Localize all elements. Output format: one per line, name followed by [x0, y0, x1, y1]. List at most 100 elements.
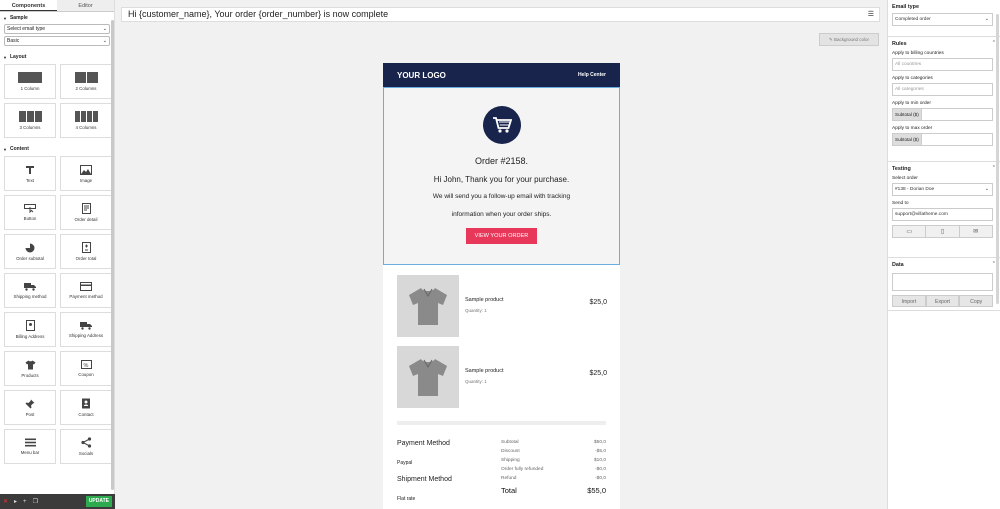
component-coupon[interactable]: % Coupon	[60, 351, 112, 386]
import-button[interactable]: Import	[892, 295, 926, 307]
data-heading[interactable]: Data ⌃	[888, 258, 1000, 271]
send-email-button[interactable]: ✉	[959, 226, 992, 237]
update-button[interactable]: UPDATE	[85, 496, 112, 507]
layout-4-columns[interactable]: 4 Columns	[60, 103, 112, 138]
image-icon	[80, 164, 92, 175]
copy-button[interactable]: Copy	[959, 295, 994, 307]
data-textarea[interactable]	[892, 273, 993, 291]
component-button[interactable]: Button	[4, 195, 56, 230]
shipping-truck-icon	[80, 322, 92, 330]
component-billing-address[interactable]: Billing Address	[4, 312, 56, 347]
tile-label: 4 Columns	[75, 125, 97, 130]
component-products[interactable]: Products	[4, 351, 56, 386]
tile-label: Order subtotal	[16, 255, 44, 261]
tile-label: Shipping method	[13, 294, 47, 299]
component-shipping-address[interactable]: Shipping Address	[60, 312, 112, 347]
greeting-text: Hi John, Thank you for your purchase.	[433, 175, 570, 184]
tile-label: Payment method	[69, 294, 103, 299]
select-order-label: Select order	[892, 176, 918, 181]
expand-icon[interactable]: ▸	[14, 498, 17, 505]
background-color-label: Background color	[834, 37, 870, 42]
four-columns-icon	[74, 111, 98, 122]
layout-1-column[interactable]: 1 Column	[4, 64, 56, 99]
billing-countries-field[interactable]: All countries	[892, 58, 993, 71]
totals-row: Shipping $10,0	[501, 458, 606, 463]
email-type-select[interactable]: Completed order ⌄	[892, 13, 993, 26]
billing-countries-label: Apply to billing countries	[892, 51, 944, 56]
component-contact[interactable]: Contact	[60, 390, 112, 425]
rules-heading-text: Rules	[892, 41, 907, 47]
tab-components[interactable]: Components	[0, 0, 57, 11]
layout-section-toggle[interactable]: ▼ Layout	[0, 51, 114, 62]
layout-3-columns[interactable]: 3 Columns	[4, 103, 56, 138]
max-order-field[interactable]: Subtotal ($)	[892, 133, 993, 146]
testing-heading[interactable]: Testing ⌃	[888, 162, 1000, 175]
test-order-select[interactable]: #138 - Dorian Doe ⌄	[892, 183, 993, 196]
settings-panel: Email type Completed order ⌄ Rules ⌃ Appl…	[887, 0, 1000, 509]
product-item[interactable]: Sample product Quantity: 1 $25,0	[397, 275, 607, 337]
email-subject-input[interactable]: Hi {customer_name}, Your order {order_nu…	[121, 7, 880, 22]
contact-book-icon	[82, 398, 90, 409]
close-icon[interactable]: ✕	[3, 498, 8, 505]
tile-label: Menu bar	[20, 450, 40, 455]
background-color-button[interactable]: ✎ Background color	[819, 33, 879, 46]
component-menu-bar[interactable]: Menu bar	[4, 429, 56, 464]
sample-section-toggle[interactable]: ▼ Sample	[0, 12, 114, 23]
rules-heading[interactable]: Rules ⌃	[888, 37, 1000, 50]
categories-field[interactable]: All categories	[892, 83, 993, 96]
left-scrollbar[interactable]	[111, 20, 114, 490]
email-type-section: Email type Completed order ⌄	[888, 0, 1000, 37]
layout-2-columns[interactable]: 2 Columns	[60, 64, 112, 99]
share-icon	[80, 437, 91, 448]
add-icon[interactable]: +	[23, 499, 27, 505]
product-image	[397, 346, 459, 408]
order-total-icon	[81, 242, 91, 253]
email-header[interactable]: YOUR LOGO Help Center	[383, 63, 620, 87]
template-select[interactable]: Basic ⌄	[4, 36, 110, 46]
component-post[interactable]: Post	[4, 390, 56, 425]
layout-heading: Layout	[9, 54, 27, 60]
chevron-down-icon: ⌄	[102, 38, 107, 44]
min-order-field[interactable]: Subtotal ($)	[892, 108, 993, 121]
pin-icon	[25, 399, 35, 408]
tile-label: Products	[21, 372, 39, 378]
help-center-link[interactable]: Help Center	[578, 72, 606, 78]
component-order-total[interactable]: Order total	[60, 234, 112, 269]
totals-value: -$5,0	[595, 449, 606, 454]
hamburger-menu-icon[interactable]: ☰	[868, 8, 874, 21]
desktop-icon: ▭	[906, 229, 912, 235]
totals-label: Shipping	[501, 458, 520, 463]
component-text[interactable]: Text	[4, 156, 56, 191]
export-button[interactable]: Export	[925, 295, 960, 307]
product-item[interactable]: Sample product Quantity: 1 $25,0	[397, 346, 607, 408]
chevron-down-icon: ⌄	[102, 26, 107, 32]
message-line-1: We will send you a follow-up email with …	[432, 193, 571, 200]
component-image[interactable]: Image	[60, 156, 112, 191]
component-order-subtotal[interactable]: Order subtotal	[4, 234, 56, 269]
email-type-select[interactable]: Select email type ⌄	[4, 24, 110, 34]
component-order-detail[interactable]: Order detail	[60, 195, 112, 230]
email-type-heading-text: Email type	[892, 4, 919, 10]
desktop-preview-button[interactable]: ▭	[893, 226, 927, 237]
view-order-button[interactable]: VIEW YOUR ORDER	[465, 228, 538, 244]
tile-label: Contact	[78, 412, 94, 417]
component-socials[interactable]: Socials	[60, 429, 112, 464]
component-shipping-method[interactable]: Shipping method	[4, 273, 56, 308]
content-section-toggle[interactable]: ▼ Content	[0, 143, 114, 154]
tab-editor[interactable]: Editor	[57, 0, 114, 11]
order-hero-block[interactable]: Order #2158. Hi John, Thank you for your…	[383, 87, 620, 265]
totals-label: Refund	[501, 476, 517, 481]
min-order-label: Apply to min order	[892, 101, 931, 106]
copy-icon[interactable]: ❐	[33, 498, 38, 505]
tshirt-icon	[25, 360, 35, 369]
send-to-input[interactable]: support@villatheme.com	[892, 208, 993, 221]
right-scrollbar[interactable]	[996, 14, 999, 304]
max-order-label: Apply to max order	[892, 126, 933, 131]
layout-grid: 1 Column 2 Columns 3 Columns 4 Columns	[0, 62, 114, 140]
mobile-preview-button[interactable]: ▯	[926, 226, 960, 237]
component-payment-method[interactable]: Payment method	[60, 273, 112, 308]
payment-method-value: Paypal	[397, 460, 413, 466]
totals-row: Order fully refunded -$0,0	[501, 467, 606, 472]
data-section: Data ⌃ Import Export Copy	[888, 258, 1000, 311]
tile-label: Order detail	[74, 217, 98, 222]
